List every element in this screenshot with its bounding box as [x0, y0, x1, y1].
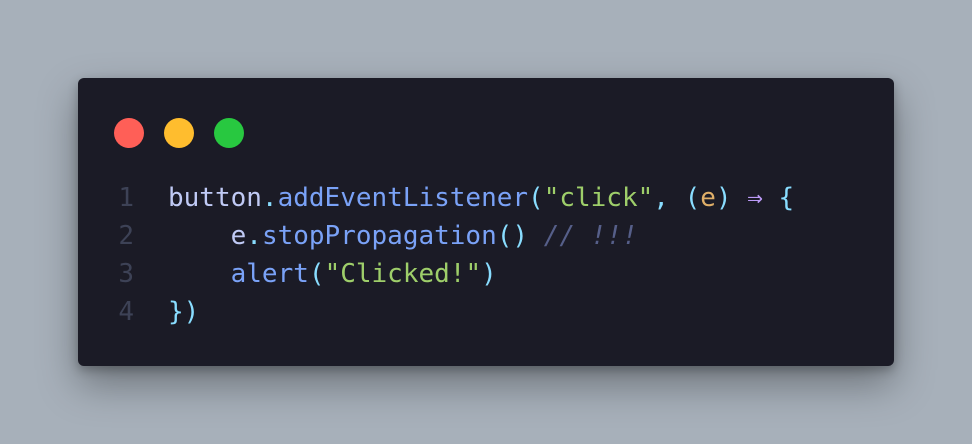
- code-token: (: [684, 183, 701, 213]
- minimize-button[interactable]: [164, 118, 194, 148]
- code-line: 4 }): [78, 293, 894, 331]
- code-token: .: [246, 221, 262, 251]
- code-comment: // !!!: [543, 221, 638, 251]
- maximize-button[interactable]: [214, 118, 244, 148]
- code-token: alert: [230, 259, 309, 289]
- code-line: 1 button.addEventListener("click", (e) ⇒…: [78, 179, 894, 217]
- line-number: 4: [118, 297, 134, 327]
- code-token: (: [528, 183, 544, 213]
- line-number: 1: [118, 183, 134, 213]
- close-button[interactable]: [114, 118, 144, 148]
- code-token: (): [496, 221, 529, 251]
- code-token: (: [308, 259, 325, 289]
- code-token: ): [481, 259, 497, 289]
- code-token: {: [778, 183, 795, 213]
- line-content: }): [168, 293, 199, 331]
- code-window: 1 button.addEventListener("click", (e) ⇒…: [78, 78, 894, 366]
- code-block: 1 button.addEventListener("click", (e) ⇒…: [78, 179, 894, 331]
- code-token: stopPropagation: [261, 221, 497, 251]
- code-token: ,: [653, 183, 685, 213]
- code-token: ): [715, 183, 732, 213]
- code-token: e: [700, 183, 716, 213]
- code-token: button: [168, 183, 262, 213]
- code-token: .: [261, 183, 278, 213]
- line-number: 2: [118, 221, 134, 251]
- code-token: e: [230, 221, 247, 251]
- code-line: 3 alert("Clicked!"): [78, 255, 894, 293]
- code-token: ⇒: [731, 183, 779, 213]
- code-line: 2 e.stopPropagation() // !!!: [78, 217, 894, 255]
- code-token: "click": [543, 183, 654, 213]
- line-content: e.stopPropagation() // !!!: [168, 217, 638, 255]
- code-token: "Clicked!": [324, 259, 482, 289]
- code-token: }): [168, 297, 200, 327]
- line-content: button.addEventListener("click", (e) ⇒ {: [168, 179, 794, 217]
- window-controls: [114, 118, 244, 148]
- line-number: 3: [118, 259, 134, 289]
- line-content: alert("Clicked!"): [168, 255, 497, 293]
- code-token: addEventListener: [277, 183, 529, 213]
